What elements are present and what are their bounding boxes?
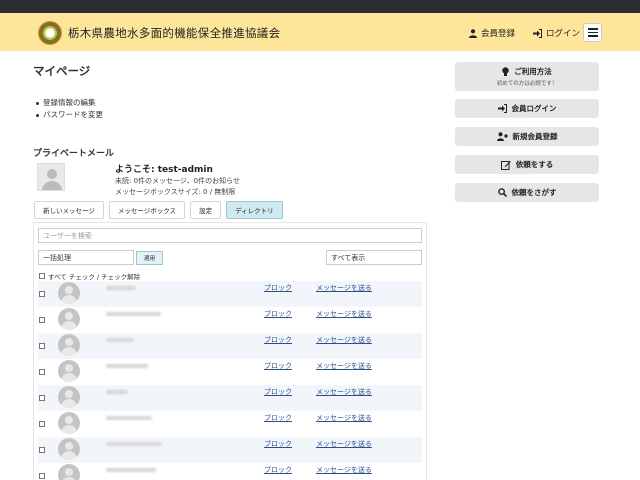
send-message-link[interactable]: メッセージを送る [316,387,372,397]
user-name-redacted[interactable] [106,442,162,446]
hamburger-icon [587,28,598,30]
block-link[interactable]: ブロック [264,439,292,449]
table-row: ブロック メッセージを送る [38,281,422,307]
login-label: ログイン [546,29,581,39]
row-checkbox[interactable] [39,291,45,297]
edit-profile-link[interactable]: 登録情報の編集 [36,97,103,109]
table-row: ブロック メッセージを送る [38,333,422,359]
change-password-link[interactable]: パスワードを変更 [36,109,103,121]
register-link[interactable]: 会員登録 [469,27,515,39]
block-link[interactable]: ブロック [264,309,292,319]
lightbulb-icon [502,66,509,76]
block-link[interactable]: ブロック [264,283,292,293]
block-link[interactable]: ブロック [264,465,292,475]
table-row: ブロック メッセージを送る [38,359,422,385]
user-avatar[interactable] [58,412,80,434]
user-avatar[interactable] [58,438,80,460]
row-checkbox[interactable] [39,395,45,401]
send-message-link[interactable]: メッセージを送る [316,283,372,293]
block-link[interactable]: ブロック [264,335,292,345]
guide-button[interactable]: ご利用方法 初めての方は必読です！ [455,62,599,91]
login-link[interactable]: ログイン [533,27,580,39]
user-avatar[interactable] [58,308,80,330]
row-checkbox[interactable] [39,447,45,453]
user-avatar[interactable] [58,360,80,382]
user-search-input[interactable]: ユーザーを検索 [38,228,422,243]
user-name-redacted[interactable] [106,286,136,290]
find-request-label: 依頼をさがす [511,188,557,197]
menu-toggle-button[interactable] [583,23,602,42]
user-name-redacted[interactable] [106,364,148,368]
tab-new-message[interactable]: 新しいメッセージ [34,201,104,219]
table-row: ブロック メッセージを送る [38,411,422,437]
send-message-link[interactable]: メッセージを送る [316,465,372,475]
sign-in-icon [533,28,542,38]
tab-message-box[interactable]: メッセージボックス [108,201,186,219]
send-message-link[interactable]: メッセージを送る [316,439,372,449]
table-row: ブロック メッセージを送る [38,307,422,333]
row-checkbox[interactable] [39,473,45,479]
search-icon [497,188,507,197]
welcome-text: ようこそ: test-admin [115,165,213,175]
check-all[interactable]: すべて チェック / チェック解除 [39,271,140,281]
user-avatar[interactable] [58,386,80,408]
user-name-redacted[interactable] [106,338,134,342]
table-row: ブロック メッセージを送る [38,437,422,463]
find-request-button[interactable]: 依頼をさがす [455,183,599,202]
block-link[interactable]: ブロック [264,413,292,423]
user-list: ブロック メッセージを送る ブロック メッセージを送る ブロック メッセージを送る ブロック… [38,281,422,480]
new-member-button[interactable]: 新規会員登録 [455,127,599,146]
mypage-links: 登録情報の編集 パスワードを変更 [36,97,103,121]
table-row: ブロック メッセージを送る [38,385,422,411]
user-name-redacted[interactable] [106,390,128,394]
new-member-label: 新規会員登録 [512,132,558,141]
site-title[interactable]: 栃木県農地水多面的機能保全推進協議会 [68,25,280,41]
pm-tabs: 新しいメッセージ メッセージボックス 設定 ディレクトリ [34,201,283,219]
user-icon [469,28,477,38]
block-link[interactable]: ブロック [264,387,292,397]
user-name-redacted[interactable] [106,312,161,316]
private-mail-title: プライベートメール [33,149,115,159]
bulk-action-select[interactable]: 一括処理 [38,250,134,265]
member-login-label: 会員ログイン [511,104,557,113]
edit-icon [500,160,511,170]
apply-button[interactable]: 適用 [136,251,163,265]
block-link[interactable]: ブロック [264,361,292,371]
user-name-redacted[interactable] [106,468,156,472]
tab-settings[interactable]: 設定 [190,201,222,219]
unread-count: 未読: 0件のメッセージ、0件のお知らせ [115,177,241,185]
table-row: ブロック メッセージを送る [38,463,422,480]
user-avatar[interactable] [58,464,80,480]
check-all-label: すべて チェック / チェック解除 [48,273,141,281]
request-label: 依頼をする [515,160,554,169]
filter-select[interactable]: すべて表示 [326,250,422,265]
site-header: 栃木県農地水多面的機能保全推進協議会 会員登録 ログイン [0,13,640,51]
top-strip [0,0,640,13]
page-title: マイページ [33,64,91,78]
request-button[interactable]: 依頼をする [455,155,599,174]
send-message-link[interactable]: メッセージを送る [316,309,372,319]
check-all-checkbox[interactable] [39,273,45,279]
guide-label: ご利用方法 [514,67,552,76]
message-box-size: メッセージボックスサイズ: 0 / 無制限 [115,188,236,196]
sign-in-icon [497,104,507,113]
user-plus-icon [496,132,508,141]
row-checkbox[interactable] [39,343,45,349]
tab-directory[interactable]: ディレクトリ [226,201,283,219]
send-message-link[interactable]: メッセージを送る [316,413,372,423]
send-message-link[interactable]: メッセージを送る [316,335,372,345]
guide-sub: 初めての方は必読です！ [496,81,558,87]
row-checkbox[interactable] [39,317,45,323]
user-name-redacted[interactable] [106,416,152,420]
user-avatar[interactable] [58,282,80,304]
avatar [37,163,65,191]
send-message-link[interactable]: メッセージを送る [316,361,372,371]
row-checkbox[interactable] [39,369,45,375]
row-checkbox[interactable] [39,421,45,427]
user-avatar[interactable] [58,334,80,356]
register-label: 会員登録 [481,29,516,39]
member-login-button[interactable]: 会員ログイン [455,99,599,118]
site-logo-icon[interactable] [38,21,62,45]
